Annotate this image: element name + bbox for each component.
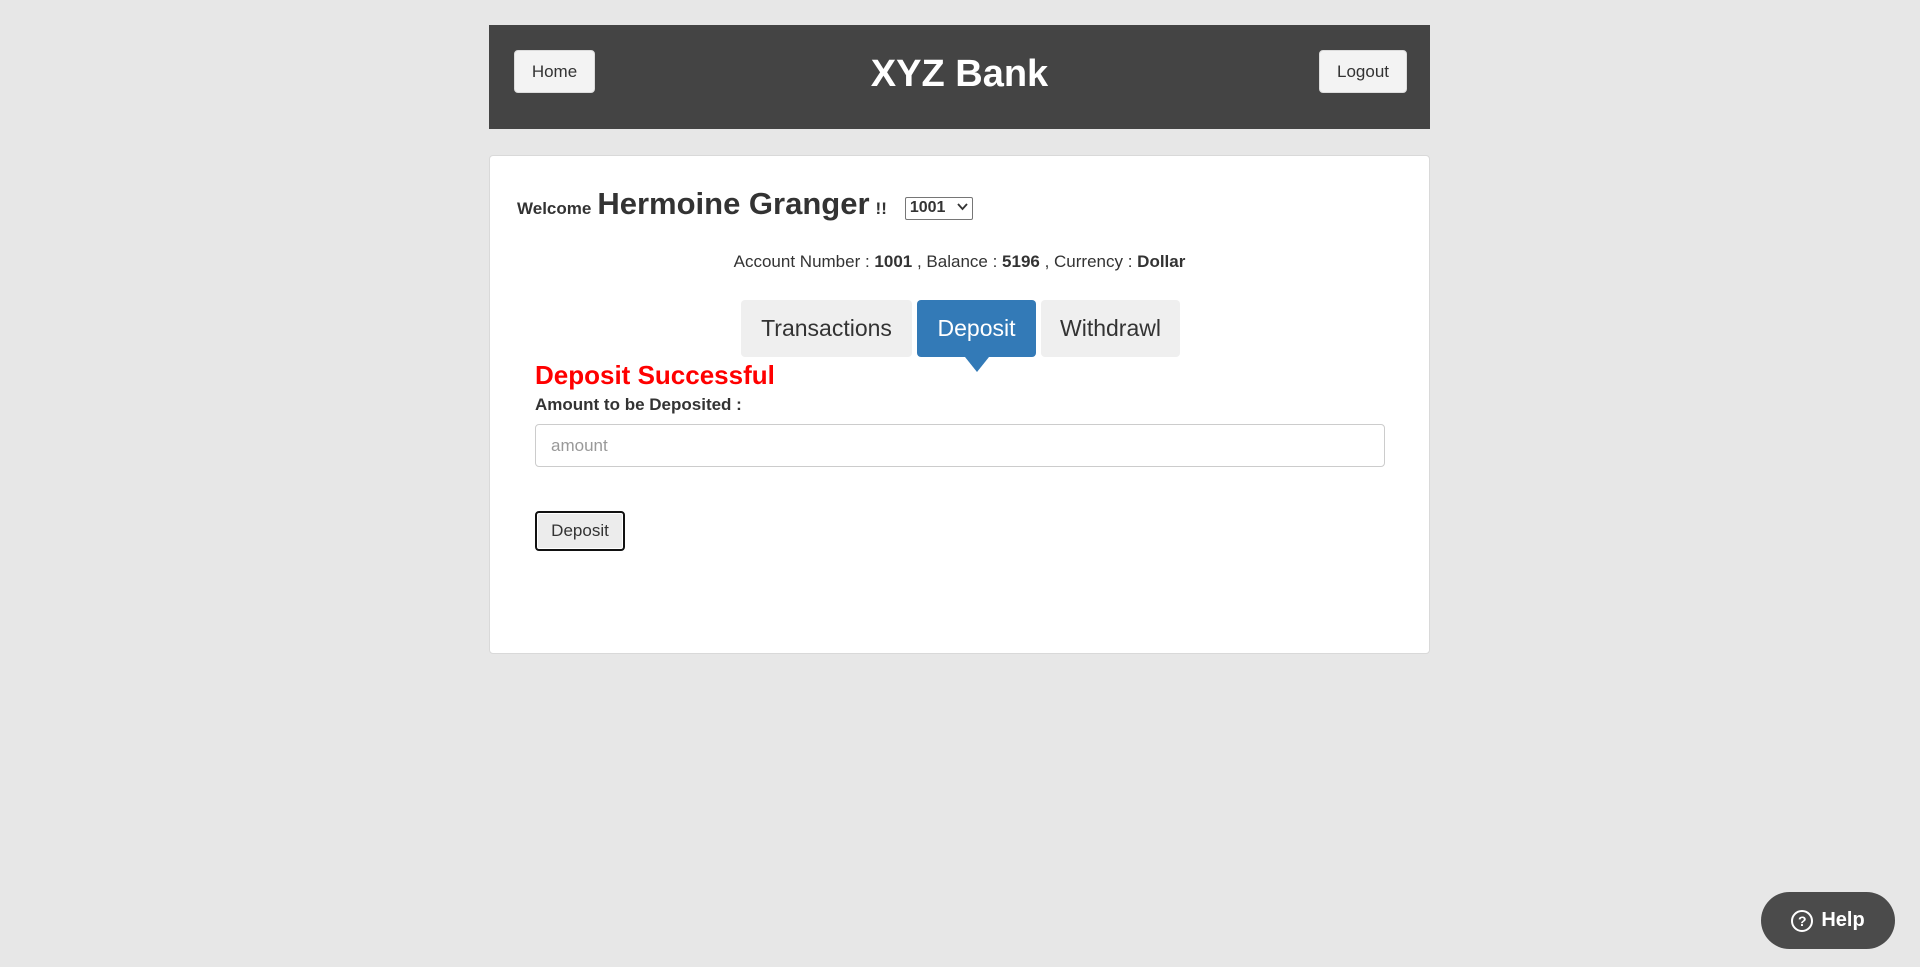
app-header: Home XYZ Bank Logout: [489, 25, 1430, 129]
deposit-status-message: Deposit Successful: [535, 360, 775, 390]
currency-label: , Currency :: [1039, 252, 1138, 271]
account-number-value: 1001: [874, 252, 913, 271]
account-info: Account Number : 1001 , Balance : 5196 ,…: [490, 252, 1429, 272]
account-select-value: 1001: [909, 199, 946, 216]
account-select[interactable]: 1001: [904, 196, 973, 220]
amount-label: Amount to be Deposited :: [535, 395, 742, 414]
page: Home XYZ Bank Logout Welcome Hermoine Gr…: [0, 0, 1920, 967]
bank-title: XYZ Bank: [870, 53, 1049, 95]
balance-label: , Balance :: [912, 252, 1003, 271]
tab-withdrawl[interactable]: Withdrawl: [1041, 300, 1180, 357]
customer-name: Hermoine Granger: [597, 186, 870, 221]
welcome-label: Welcome: [517, 199, 592, 218]
currency-value: Dollar: [1137, 252, 1186, 271]
tab-transactions[interactable]: Transactions: [741, 300, 912, 357]
chevron-down-icon: [957, 202, 968, 214]
account-panel: Welcome Hermoine Granger !! 1001 Account…: [489, 155, 1430, 654]
tab-deposit[interactable]: Deposit: [917, 300, 1036, 372]
account-number-label: Account Number :: [733, 252, 875, 271]
account-tabs: Transactions Deposit Withdrawl: [741, 300, 1180, 372]
amount-input[interactable]: [535, 424, 1385, 467]
balance-value: 5196: [1002, 252, 1040, 271]
deposit-submit-button[interactable]: Deposit: [535, 511, 625, 551]
help-label: Help: [1821, 909, 1865, 931]
question-circle-icon: ?: [1791, 909, 1814, 932]
logout-button[interactable]: Logout: [1319, 50, 1407, 93]
welcome-suffix: !!: [875, 199, 887, 218]
help-button[interactable]: ? Help: [1761, 892, 1895, 949]
welcome-line: Welcome Hermoine Granger !! 1001: [517, 186, 973, 222]
